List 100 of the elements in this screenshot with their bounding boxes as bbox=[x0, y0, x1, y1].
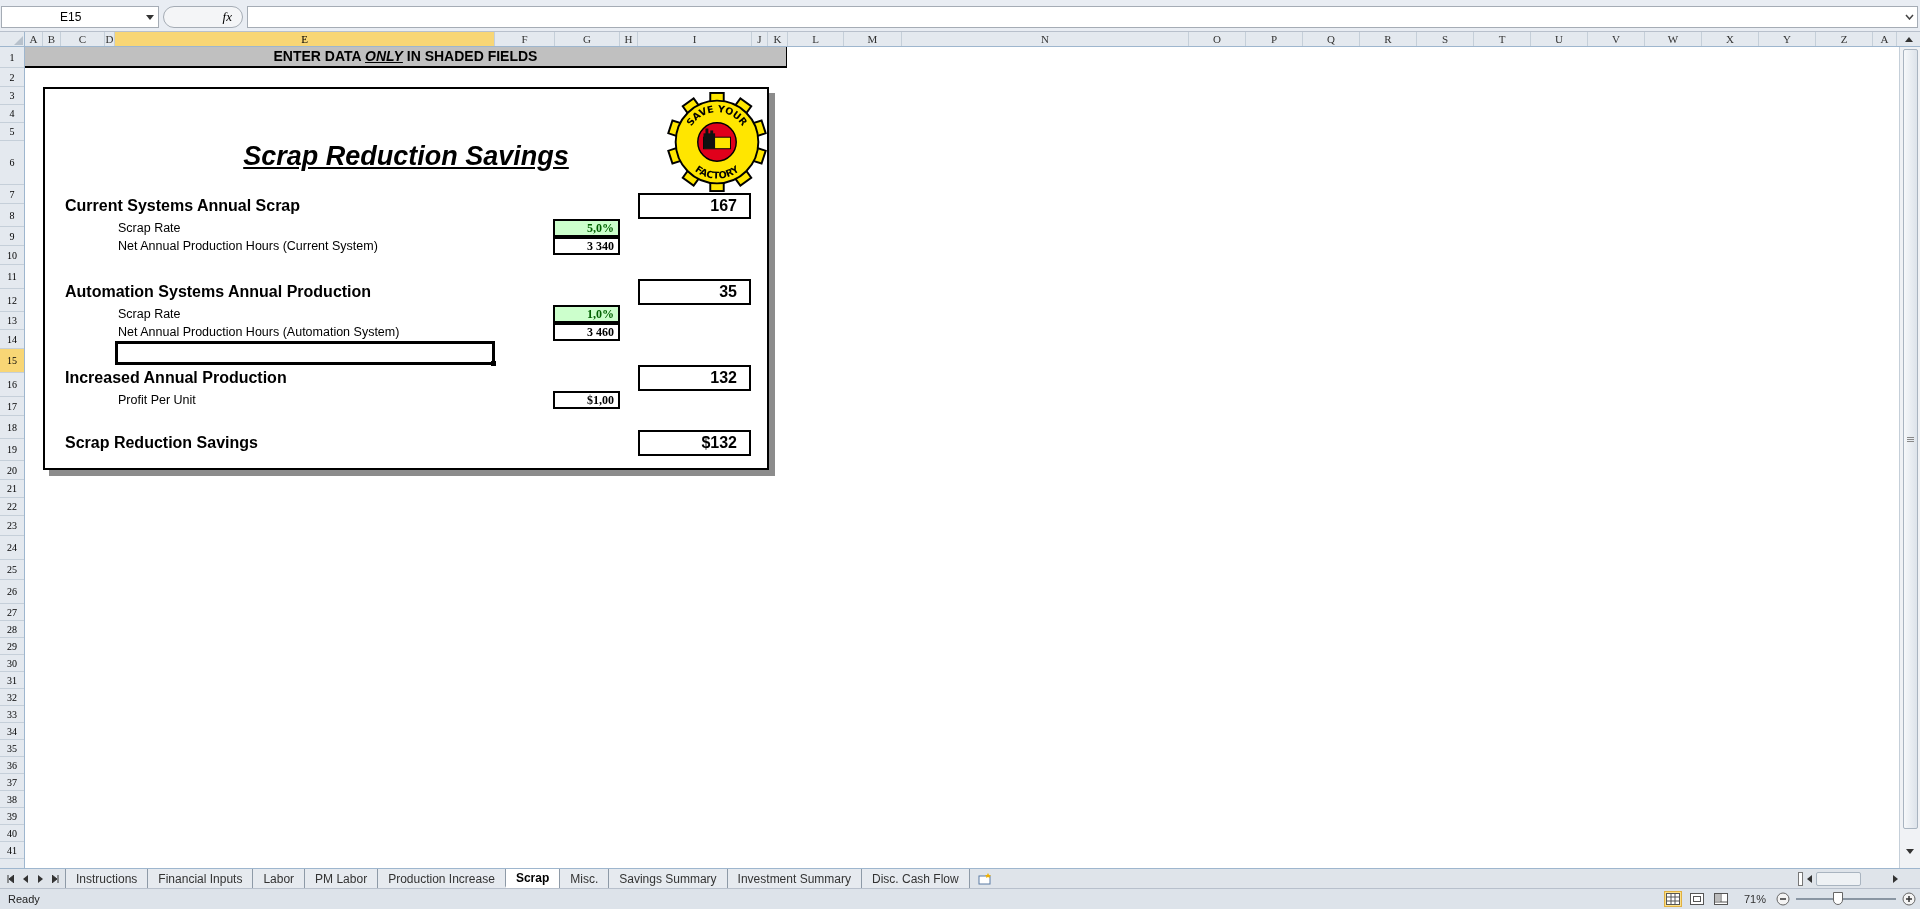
scroll-up-icon[interactable] bbox=[1904, 36, 1913, 42]
column-header[interactable]: Z bbox=[1816, 32, 1873, 46]
active-cell[interactable] bbox=[115, 341, 495, 365]
row-header[interactable]: 3 bbox=[0, 87, 24, 105]
zoom-out-icon[interactable] bbox=[1776, 892, 1790, 906]
scroll-right-icon[interactable] bbox=[1893, 874, 1898, 883]
zoom-level[interactable]: 71% bbox=[1743, 890, 1766, 908]
sheet-tab[interactable]: Savings Summary bbox=[608, 869, 728, 888]
row-header[interactable]: 17 bbox=[0, 397, 24, 416]
row-header[interactable]: 37 bbox=[0, 774, 24, 791]
row-header[interactable]: 13 bbox=[0, 312, 24, 330]
column-header[interactable]: V bbox=[1588, 32, 1645, 46]
sheet-tab[interactable]: Disc. Cash Flow bbox=[861, 869, 970, 888]
row-header[interactable]: 16 bbox=[0, 373, 24, 397]
input-field[interactable]: $1,00 bbox=[553, 391, 620, 409]
sheet-tab[interactable]: Production Increase bbox=[377, 869, 506, 888]
row-header[interactable]: 22 bbox=[0, 498, 24, 516]
sheet-tab[interactable]: Scrap bbox=[504, 869, 561, 888]
row-header[interactable]: 38 bbox=[0, 791, 24, 808]
column-header[interactable]: Y bbox=[1759, 32, 1816, 46]
sheet-tab[interactable]: Misc. bbox=[559, 869, 610, 888]
sheet-tab[interactable]: Investment Summary bbox=[726, 869, 862, 888]
row-header[interactable]: 30 bbox=[0, 655, 24, 672]
horizontal-scrollbar[interactable] bbox=[1798, 871, 1898, 886]
split-handle[interactable] bbox=[1798, 871, 1803, 886]
row-header[interactable]: 35 bbox=[0, 740, 24, 757]
view-button[interactable] bbox=[1711, 891, 1730, 907]
row-header[interactable]: 24 bbox=[0, 536, 24, 560]
column-header[interactable]: A bbox=[25, 32, 43, 46]
scroll-thumb[interactable] bbox=[1902, 49, 1918, 829]
column-header[interactable]: J bbox=[752, 32, 768, 46]
row-header[interactable]: 4 bbox=[0, 105, 24, 123]
row-header[interactable]: 2 bbox=[0, 68, 24, 87]
column-header[interactable]: H bbox=[620, 32, 638, 46]
last-sheet-icon[interactable] bbox=[52, 874, 59, 883]
row-header[interactable]: 9 bbox=[0, 227, 24, 246]
row-header[interactable]: 40 bbox=[0, 825, 24, 842]
row-header[interactable]: 27 bbox=[0, 604, 24, 621]
row-header[interactable]: 34 bbox=[0, 723, 24, 740]
row-header[interactable]: 7 bbox=[0, 185, 24, 204]
column-header[interactable]: G bbox=[555, 32, 620, 46]
row-header[interactable]: 20 bbox=[0, 461, 24, 480]
row-header[interactable]: 11 bbox=[0, 265, 24, 289]
insert-function-button[interactable]: fx bbox=[222, 7, 232, 27]
input-field[interactable]: 5,0% bbox=[553, 219, 620, 237]
row-header[interactable]: 36 bbox=[0, 757, 24, 774]
next-sheet-icon[interactable] bbox=[37, 874, 44, 883]
row-header[interactable]: 26 bbox=[0, 580, 24, 604]
zoom-slider-thumb[interactable] bbox=[1833, 892, 1843, 905]
dropdown-arrow-icon[interactable] bbox=[146, 14, 154, 20]
sheet-tab[interactable]: Labor bbox=[252, 869, 306, 888]
row-header[interactable]: 1 bbox=[0, 47, 24, 68]
row-header[interactable]: 29 bbox=[0, 638, 24, 655]
view-button[interactable] bbox=[1663, 891, 1682, 907]
scroll-thumb[interactable] bbox=[1816, 871, 1861, 886]
column-header[interactable]: B bbox=[43, 32, 61, 46]
name-box[interactable]: E15 bbox=[1, 6, 159, 28]
column-header[interactable]: E bbox=[115, 32, 495, 46]
column-header[interactable]: K bbox=[768, 32, 788, 46]
row-header[interactable]: 10 bbox=[0, 246, 24, 265]
column-header[interactable]: W bbox=[1645, 32, 1702, 46]
column-header[interactable]: I bbox=[638, 32, 752, 46]
sheet-tab[interactable]: PM Labor bbox=[304, 869, 379, 888]
row-header[interactable]: 25 bbox=[0, 560, 24, 580]
zoom-in-icon[interactable] bbox=[1902, 892, 1916, 906]
previous-sheet-icon[interactable] bbox=[22, 874, 29, 883]
column-header[interactable]: C bbox=[61, 32, 105, 46]
row-header[interactable]: 12 bbox=[0, 289, 24, 312]
row-header[interactable]: 19 bbox=[0, 439, 24, 461]
expand-icon[interactable] bbox=[1905, 14, 1914, 20]
first-sheet-icon[interactable] bbox=[7, 874, 14, 883]
column-header[interactable]: R bbox=[1360, 32, 1417, 46]
row-header[interactable]: 39 bbox=[0, 808, 24, 825]
column-header[interactable]: P bbox=[1246, 32, 1303, 46]
input-field[interactable]: 1,0% bbox=[553, 305, 620, 323]
view-button[interactable] bbox=[1687, 891, 1706, 907]
row-header[interactable]: 8 bbox=[0, 204, 24, 227]
scroll-left-icon[interactable] bbox=[1807, 874, 1812, 883]
sheet-tab[interactable]: Instructions bbox=[65, 869, 149, 888]
input-field[interactable]: 3 460 bbox=[553, 323, 620, 341]
scroll-down-icon[interactable] bbox=[1906, 849, 1914, 854]
row-header[interactable]: 28 bbox=[0, 621, 24, 638]
row-header[interactable]: 31 bbox=[0, 672, 24, 689]
column-header[interactable]: N bbox=[902, 32, 1189, 46]
column-header[interactable]: U bbox=[1531, 32, 1588, 46]
row-header[interactable]: 21 bbox=[0, 480, 24, 498]
row-header[interactable]: 32 bbox=[0, 689, 24, 706]
vertical-scrollbar[interactable] bbox=[1899, 47, 1920, 868]
row-header[interactable]: 23 bbox=[0, 516, 24, 536]
column-header[interactable]: X bbox=[1702, 32, 1759, 46]
row-header[interactable]: 15 bbox=[0, 349, 24, 373]
column-header[interactable]: A bbox=[1873, 32, 1897, 46]
row-header[interactable]: 5 bbox=[0, 123, 24, 141]
row-header[interactable]: 6 bbox=[0, 141, 24, 185]
column-header[interactable]: S bbox=[1417, 32, 1474, 46]
formula-input[interactable] bbox=[247, 6, 1918, 28]
input-field[interactable]: 3 340 bbox=[553, 237, 620, 255]
column-header[interactable]: M bbox=[844, 32, 902, 46]
column-header[interactable]: L bbox=[788, 32, 844, 46]
row-header[interactable]: 33 bbox=[0, 706, 24, 723]
